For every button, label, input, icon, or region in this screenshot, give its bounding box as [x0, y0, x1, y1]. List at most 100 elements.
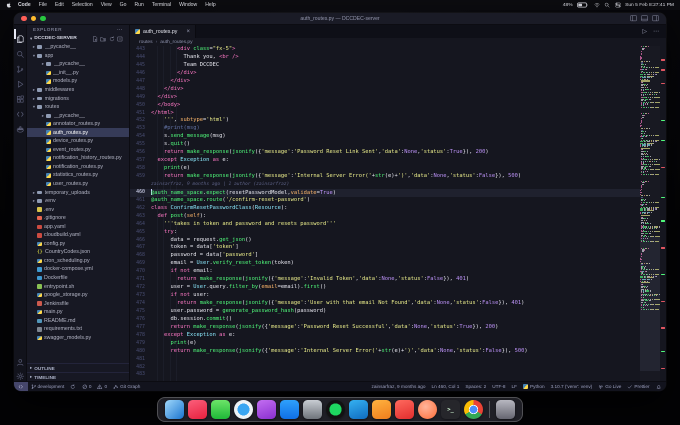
- tree-item-Jenkinsfile[interactable]: Jenkinsfile: [27, 299, 129, 308]
- tree-item-migrations[interactable]: ▸ migrations: [27, 94, 129, 103]
- remote-explorer-icon[interactable]: [16, 105, 25, 117]
- code-line[interactable]: 453 #print(msg): [130, 125, 640, 133]
- status-language-mode[interactable]: Python: [520, 382, 548, 391]
- docker-icon[interactable]: [16, 120, 25, 132]
- dock-trash-icon[interactable]: [496, 400, 515, 419]
- code-line[interactable]: 476 db.session.commit(): [130, 316, 640, 324]
- tree-item-venv[interactable]: ▸ venv: [27, 197, 129, 206]
- dock-finder-icon[interactable]: [165, 400, 184, 419]
- code-line[interactable]: 462 class ConfirmResetPasswordClass(Resou…: [130, 205, 640, 213]
- more-editor-actions-icon[interactable]: ⋯: [653, 28, 659, 35]
- dock-facetime-icon[interactable]: [211, 400, 230, 419]
- tree-item-notification_routes.py[interactable]: notification_routes.py: [27, 163, 129, 172]
- status-git-graph[interactable]: Git Graph: [110, 382, 143, 391]
- code-line[interactable]: 459 return make_response(jsonify({'messa…: [130, 173, 640, 181]
- tree-item-app.yaml[interactable]: app.yaml: [27, 222, 129, 231]
- menu-item-file[interactable]: File: [35, 2, 51, 8]
- blame-annotation[interactable]: zainsarfraz, 9 months ago | 1 author (za…: [151, 181, 289, 189]
- close-tab-icon[interactable]: ×: [186, 29, 190, 35]
- status-go-live[interactable]: Go Live: [595, 382, 624, 391]
- tree-item-temporary_uploads[interactable]: ▸ temporary_uploads: [27, 188, 129, 197]
- breadcrumb-item-routes[interactable]: routes: [139, 40, 153, 45]
- tree-item-__pycache__[interactable]: ▸ __pycache__: [27, 111, 129, 120]
- dock-spotify-icon[interactable]: [326, 400, 345, 419]
- dock-app-purple-icon[interactable]: [257, 400, 276, 419]
- tree-item-cloudbuild.yaml[interactable]: cloudbuild.yaml: [27, 231, 129, 240]
- code-line[interactable]: 460 @auth_name_space.expect(resetPassword…: [130, 188, 640, 197]
- tree-item-google_storage.py[interactable]: google_storage.py: [27, 291, 129, 300]
- code-line[interactable]: 483: [130, 371, 640, 379]
- code-line[interactable]: 443 <div class="fx-5">: [130, 46, 640, 54]
- status-git-sync[interactable]: [67, 382, 79, 391]
- code-line[interactable]: 472 user = User.query.filter_by(email=em…: [130, 284, 640, 292]
- code-line[interactable]: 455 s.quit(): [130, 141, 640, 149]
- tree-item-user_routes.py[interactable]: user_routes.py: [27, 180, 129, 189]
- code-line[interactable]: 464 '''takes in token and password and r…: [130, 221, 640, 229]
- menu-item-code[interactable]: Code: [14, 2, 35, 8]
- tree-item-requirements.txt[interactable]: requirements.txt: [27, 325, 129, 334]
- tree-item-models.py[interactable]: models.py: [27, 77, 129, 86]
- tree-item-.gitignore[interactable]: .gitignore: [27, 214, 129, 223]
- status-cursor-position[interactable]: Ln 460, Col 1: [428, 382, 462, 391]
- code-line[interactable]: 448 </div>: [130, 86, 640, 94]
- status-problems-errors[interactable]: 0: [79, 382, 95, 391]
- dock-postman-icon[interactable]: [418, 400, 437, 419]
- extensions-icon[interactable]: [16, 90, 25, 102]
- tree-item-cron_scheduling.py[interactable]: cron_scheduling.py: [27, 257, 129, 266]
- code-line[interactable]: 465 try:: [130, 229, 640, 237]
- spotlight-search-icon[interactable]: [604, 2, 610, 8]
- code-line[interactable]: 452 ''', subtype='html'): [130, 117, 640, 125]
- code-line[interactable]: 468 password = data['password']: [130, 252, 640, 260]
- code-editor[interactable]: 443 <div class="fx-5"> 444 Thank you, <br…: [130, 46, 666, 381]
- run-python-file-icon[interactable]: ▷: [642, 28, 647, 35]
- tree-item-swagger_models.py[interactable]: swagger_models.py: [27, 334, 129, 343]
- menu-item-window[interactable]: Window: [175, 2, 201, 8]
- breadcrumb-item-auth_routes.py[interactable]: auth_routes.py: [160, 40, 192, 45]
- dock-app-orange-icon[interactable]: [372, 400, 391, 419]
- close-window-button[interactable]: [21, 15, 27, 22]
- collapse-folders-icon[interactable]: [117, 36, 123, 42]
- tree-item-device_routes.py[interactable]: device_routes.py: [27, 137, 129, 146]
- code-line[interactable]: 446 </div>: [130, 70, 640, 78]
- status-problems-warnings[interactable]: 0: [94, 382, 110, 391]
- code-line[interactable]: 463 def post(self):: [130, 213, 640, 221]
- gitlens-blame-line[interactable]: zainsarfraz, 9 months ago | 1 author (za…: [130, 181, 640, 189]
- code-line[interactable]: 469 email = User.verify_reset_token(toke…: [130, 260, 640, 268]
- workspace-section-header[interactable]: ▾ DCCDEC-SERVER: [27, 34, 129, 43]
- source-control-icon[interactable]: [16, 60, 25, 73]
- code-line[interactable]: 482: [130, 364, 640, 372]
- code-line[interactable]: 456 return make_response(jsonify({'messa…: [130, 149, 640, 157]
- explorer-icon[interactable]: [16, 30, 25, 43]
- code-line[interactable]: 474 return make_response(jsonify({'messa…: [130, 300, 640, 308]
- apple-menu-icon[interactable]: [6, 2, 12, 9]
- control-center-icon[interactable]: [614, 2, 621, 8]
- status-gitlens-blame[interactable]: zainsarfraz, 9 months ago: [369, 382, 429, 391]
- minimap[interactable]: [640, 46, 660, 381]
- menu-clock[interactable]: Sun 5 Feb 8:27:41 PM: [625, 3, 674, 8]
- status-git-branch[interactable]: development: [28, 382, 68, 391]
- code-line[interactable]: 447 </div>: [130, 78, 640, 86]
- code-line[interactable]: 445 Team DCCDEC: [130, 62, 640, 70]
- code-line[interactable]: 478 except Exception as e:: [130, 332, 640, 340]
- new-folder-icon[interactable]: [100, 36, 106, 42]
- code-line[interactable]: 477 return make_response(jsonify({'messa…: [130, 324, 640, 332]
- toggle-panel-icon[interactable]: [641, 15, 648, 22]
- tree-item-annotator_routes.py[interactable]: annotator_routes.py: [27, 120, 129, 129]
- code-line[interactable]: 473 if not user:: [130, 292, 640, 300]
- code-line[interactable]: 480 return make_response(jsonify({'messa…: [130, 348, 640, 356]
- tree-item-__pycache__[interactable]: ▸ __pycache__: [27, 43, 129, 52]
- dock-terminal-icon[interactable]: >_: [441, 400, 460, 419]
- tree-item-README.md[interactable]: README.md: [27, 317, 129, 326]
- status-eol[interactable]: LF: [509, 382, 520, 391]
- tree-item-docker-compose.yml[interactable]: docker-compose.yml: [27, 265, 129, 274]
- tab-auth-routes[interactable]: auth_routes.py ×: [130, 25, 196, 38]
- tree-item-CountryCodes.json[interactable]: {} CountryCodes.json: [27, 248, 129, 257]
- account-icon[interactable]: [16, 353, 25, 366]
- code-line[interactable]: 479 print(e): [130, 340, 640, 348]
- new-file-icon[interactable]: [92, 35, 98, 42]
- tree-item-entrypoint.sh[interactable]: entrypoint.sh: [27, 282, 129, 291]
- code-line[interactable]: 475 user.password = generate_password_ha…: [130, 308, 640, 316]
- status-notifications[interactable]: [653, 382, 665, 391]
- status-prettier[interactable]: Prettier: [624, 382, 652, 391]
- code-line[interactable]: 470 if not email:: [130, 268, 640, 276]
